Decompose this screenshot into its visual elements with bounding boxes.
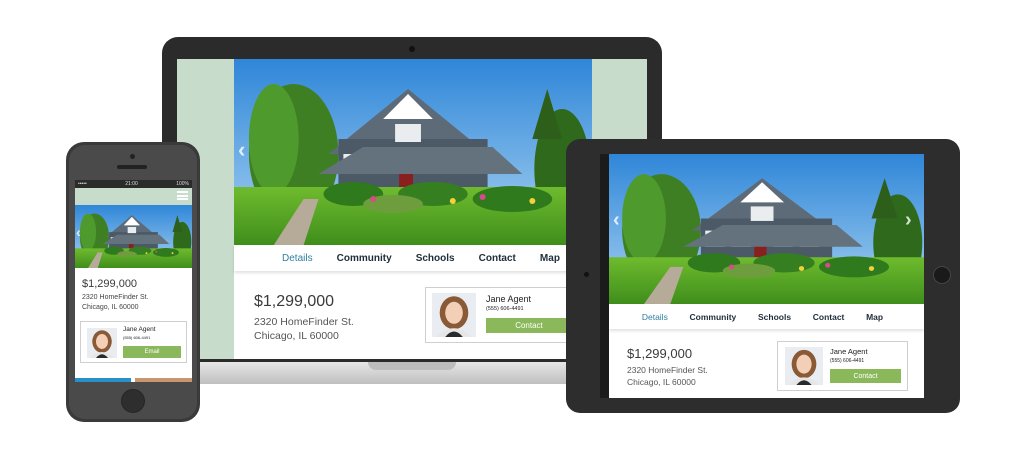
- listing-price: $1,299,000: [82, 278, 138, 290]
- laptop-page: ‹ Details Community Schools Contact Map …: [234, 59, 592, 359]
- agent-phone: (555) 606-4491: [830, 358, 865, 364]
- agent-phone: (555) 606-4491: [123, 335, 151, 340]
- next-card-preview: [135, 378, 192, 382]
- agent-name: Jane Agent: [123, 326, 156, 333]
- listing-price: $1,299,000: [254, 293, 335, 310]
- phone-screen: ••••• 21:00 100% ‹ $1,299,000 2320 HomeF…: [75, 180, 192, 382]
- tab-community[interactable]: Community: [690, 312, 737, 322]
- tablet-camera: [584, 272, 589, 277]
- contact-button[interactable]: Contact: [486, 318, 572, 333]
- house-photo: [75, 205, 192, 268]
- agent-card: Jane Agent (555) 606-4491 Contact: [425, 287, 585, 343]
- carrier-signal: •••••: [78, 181, 87, 187]
- chevron-right-icon[interactable]: ›: [905, 209, 912, 232]
- listing-nav: Details Community Schools Contact Map: [234, 245, 592, 271]
- address-line1: 2320 HomeFinder St.: [254, 316, 354, 328]
- laptop-notch: [368, 362, 456, 370]
- device-mockup-stage: ‹ Details Community Schools Contact Map …: [0, 0, 1024, 449]
- email-button[interactable]: Email: [123, 346, 181, 358]
- listing-address: 2320 HomeFinder St. Chicago, IL 60000: [82, 293, 149, 312]
- chevron-left-icon[interactable]: ‹: [613, 209, 620, 232]
- chevron-left-icon[interactable]: ‹: [76, 224, 81, 240]
- agent-card: Jane Agent (555) 606-4491 Email: [80, 321, 187, 363]
- tab-schools[interactable]: Schools: [416, 253, 455, 264]
- chevron-left-icon[interactable]: ‹: [238, 137, 245, 163]
- agent-phone: (555) 606-4491: [486, 306, 524, 312]
- tablet-status-bar: [600, 154, 609, 398]
- agent-avatar: [87, 328, 117, 358]
- tab-schools[interactable]: Schools: [758, 312, 791, 322]
- tab-details[interactable]: Details: [642, 312, 668, 322]
- tab-map[interactable]: Map: [540, 253, 560, 264]
- address-line2: Chicago, IL 60000: [82, 303, 139, 311]
- listing-price: $1,299,000: [627, 346, 693, 361]
- tab-map[interactable]: Map: [866, 312, 883, 322]
- next-card-preview: [75, 378, 131, 382]
- phone-speaker: [117, 165, 147, 169]
- tablet-screen: ‹ › Details Community Schools Contact Ma…: [609, 154, 924, 398]
- tab-community[interactable]: Community: [337, 253, 392, 264]
- phone-home-button[interactable]: [121, 389, 145, 413]
- contact-button[interactable]: Contact: [830, 369, 901, 383]
- house-photo: [234, 59, 592, 245]
- battery-level: 100%: [176, 181, 189, 187]
- agent-avatar: [432, 293, 476, 337]
- listing-address: 2320 HomeFinder St. Chicago, IL 60000: [627, 365, 708, 388]
- address-line2: Chicago, IL 60000: [254, 330, 339, 342]
- house-photo: [609, 154, 924, 304]
- address-line2: Chicago, IL 60000: [627, 376, 696, 387]
- tab-contact[interactable]: Contact: [479, 253, 516, 264]
- listing-nav: Details Community Schools Contact Map: [609, 304, 924, 329]
- phone-camera: [130, 154, 135, 159]
- address-line1: 2320 HomeFinder St.: [627, 365, 708, 375]
- tablet-home-button[interactable]: [933, 266, 951, 284]
- hamburger-menu-icon[interactable]: [177, 190, 188, 201]
- tab-contact[interactable]: Contact: [813, 312, 845, 322]
- status-time: 21:00: [125, 181, 138, 187]
- agent-name: Jane Agent: [486, 294, 532, 304]
- agent-name: Jane Agent: [830, 347, 868, 356]
- address-line1: 2320 HomeFinder St.: [82, 294, 149, 301]
- listing-address: 2320 HomeFinder St. Chicago, IL 60000: [254, 315, 354, 343]
- tab-details[interactable]: Details: [282, 253, 313, 264]
- phone-header: [75, 188, 192, 205]
- agent-card: Jane Agent (555) 606-4491 Contact: [777, 341, 908, 391]
- laptop-camera: [409, 46, 415, 52]
- agent-avatar: [785, 347, 823, 385]
- phone-status-bar: ••••• 21:00 100%: [75, 180, 192, 188]
